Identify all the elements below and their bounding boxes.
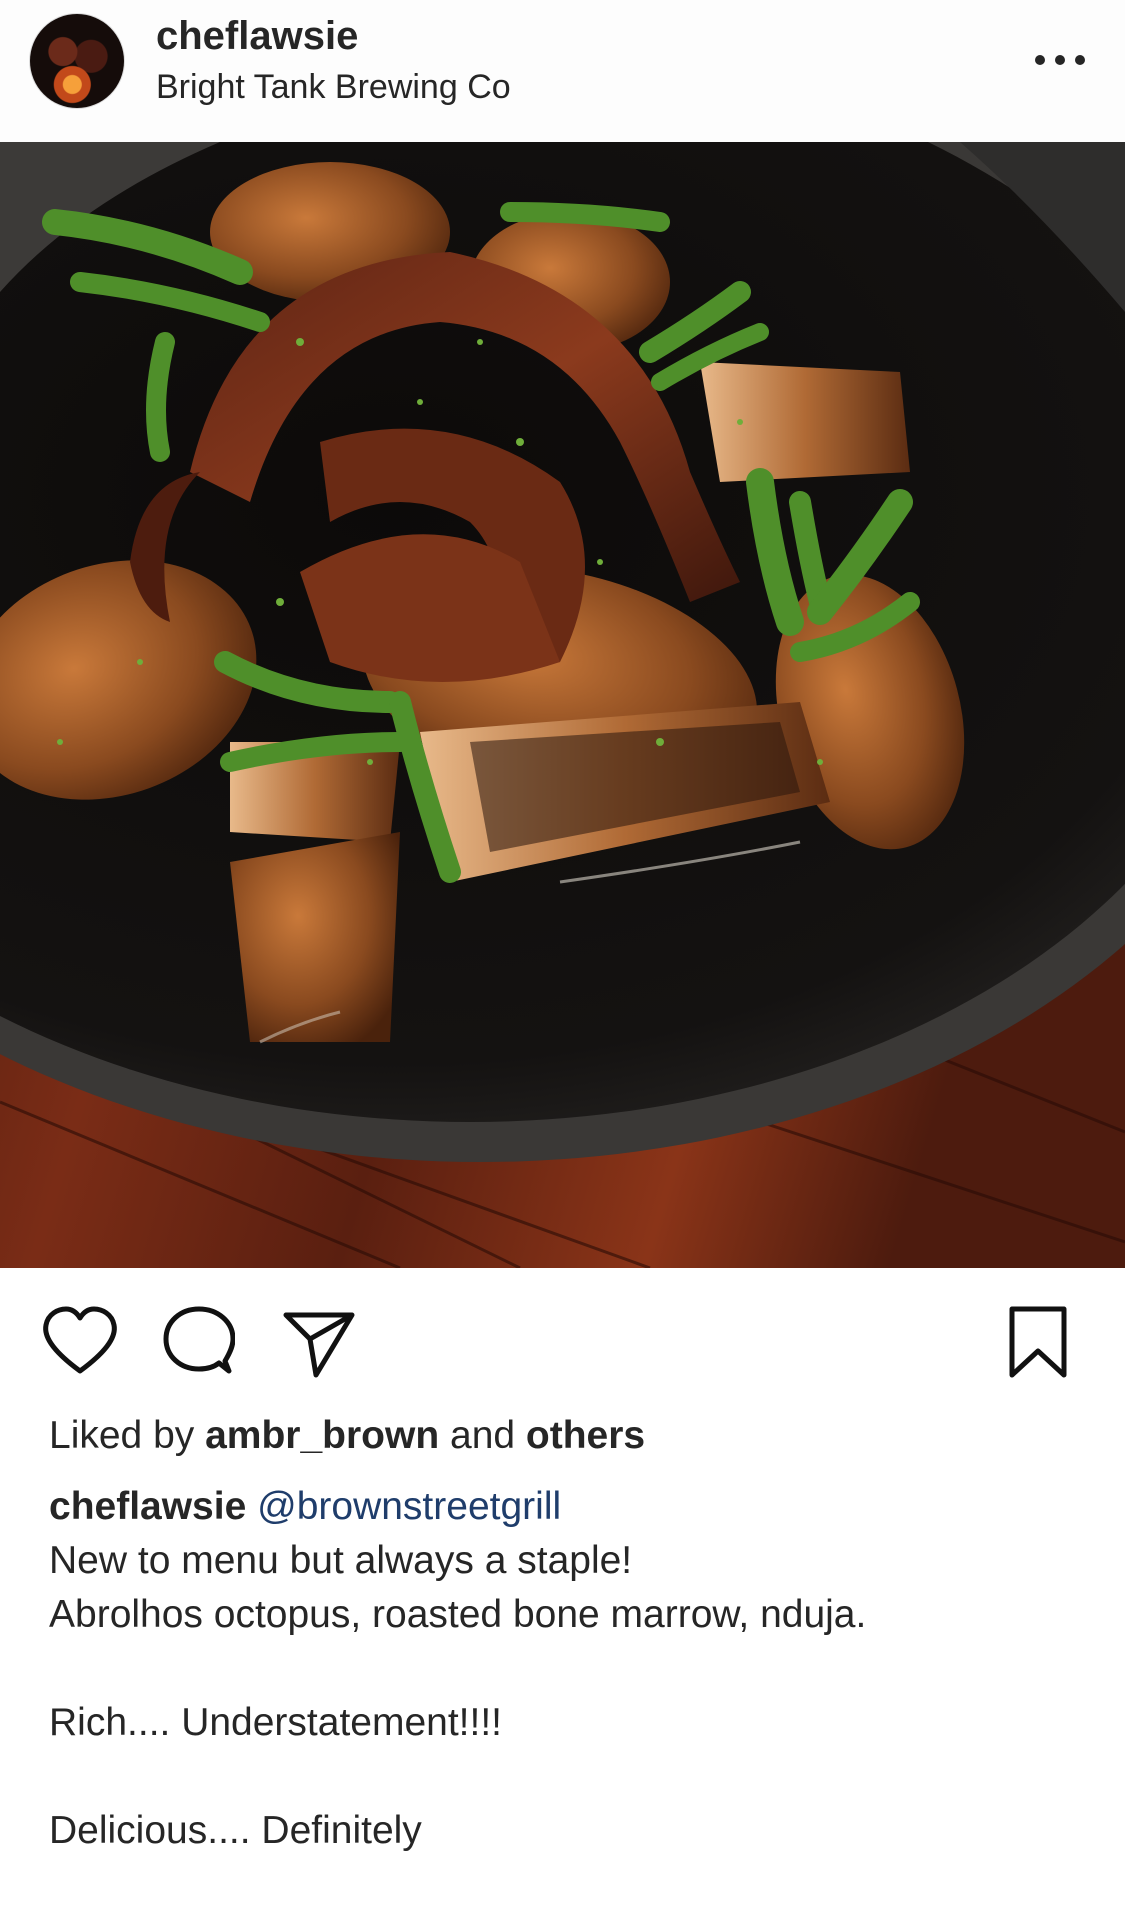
post-photo[interactable] [0, 142, 1125, 1268]
caption-line: New to menu but always a staple! [49, 1539, 633, 1582]
caption-line: Rich.... Understatement!!!! [49, 1701, 503, 1744]
caption-username[interactable]: cheflawsie [49, 1485, 246, 1528]
post-header: cheflawsie Bright Tank Brewing Co [0, 0, 1125, 142]
post-username[interactable]: cheflawsie [156, 14, 358, 59]
post-location[interactable]: Bright Tank Brewing Co [156, 68, 511, 107]
caption-mention[interactable]: @brownstreetgrill [257, 1485, 561, 1528]
comment-bubble-icon[interactable] [163, 1305, 235, 1379]
profile-avatar[interactable] [30, 14, 124, 108]
caption-line: Abrolhos octopus, roasted bone marrow, n… [49, 1593, 867, 1636]
liked-by-user[interactable]: ambr_brown [205, 1414, 439, 1457]
post-actions-bar [0, 1268, 1125, 1408]
likes-prefix: Liked by [49, 1414, 195, 1457]
heart-icon[interactable] [40, 1305, 120, 1379]
more-options-icon[interactable] [1030, 40, 1090, 80]
paper-plane-icon[interactable] [282, 1305, 356, 1379]
caption-line: Delicious.... Definitely [49, 1809, 422, 1852]
post-caption: cheflawsie @brownstreetgrill New to menu… [49, 1480, 1089, 1858]
food-photo-image [0, 142, 1125, 1268]
liked-by-others[interactable]: others [526, 1414, 645, 1457]
bookmark-icon[interactable] [1006, 1305, 1070, 1379]
likes-middle: and [450, 1414, 516, 1457]
likes-summary[interactable]: Liked by ambr_brown and others [49, 1414, 645, 1458]
